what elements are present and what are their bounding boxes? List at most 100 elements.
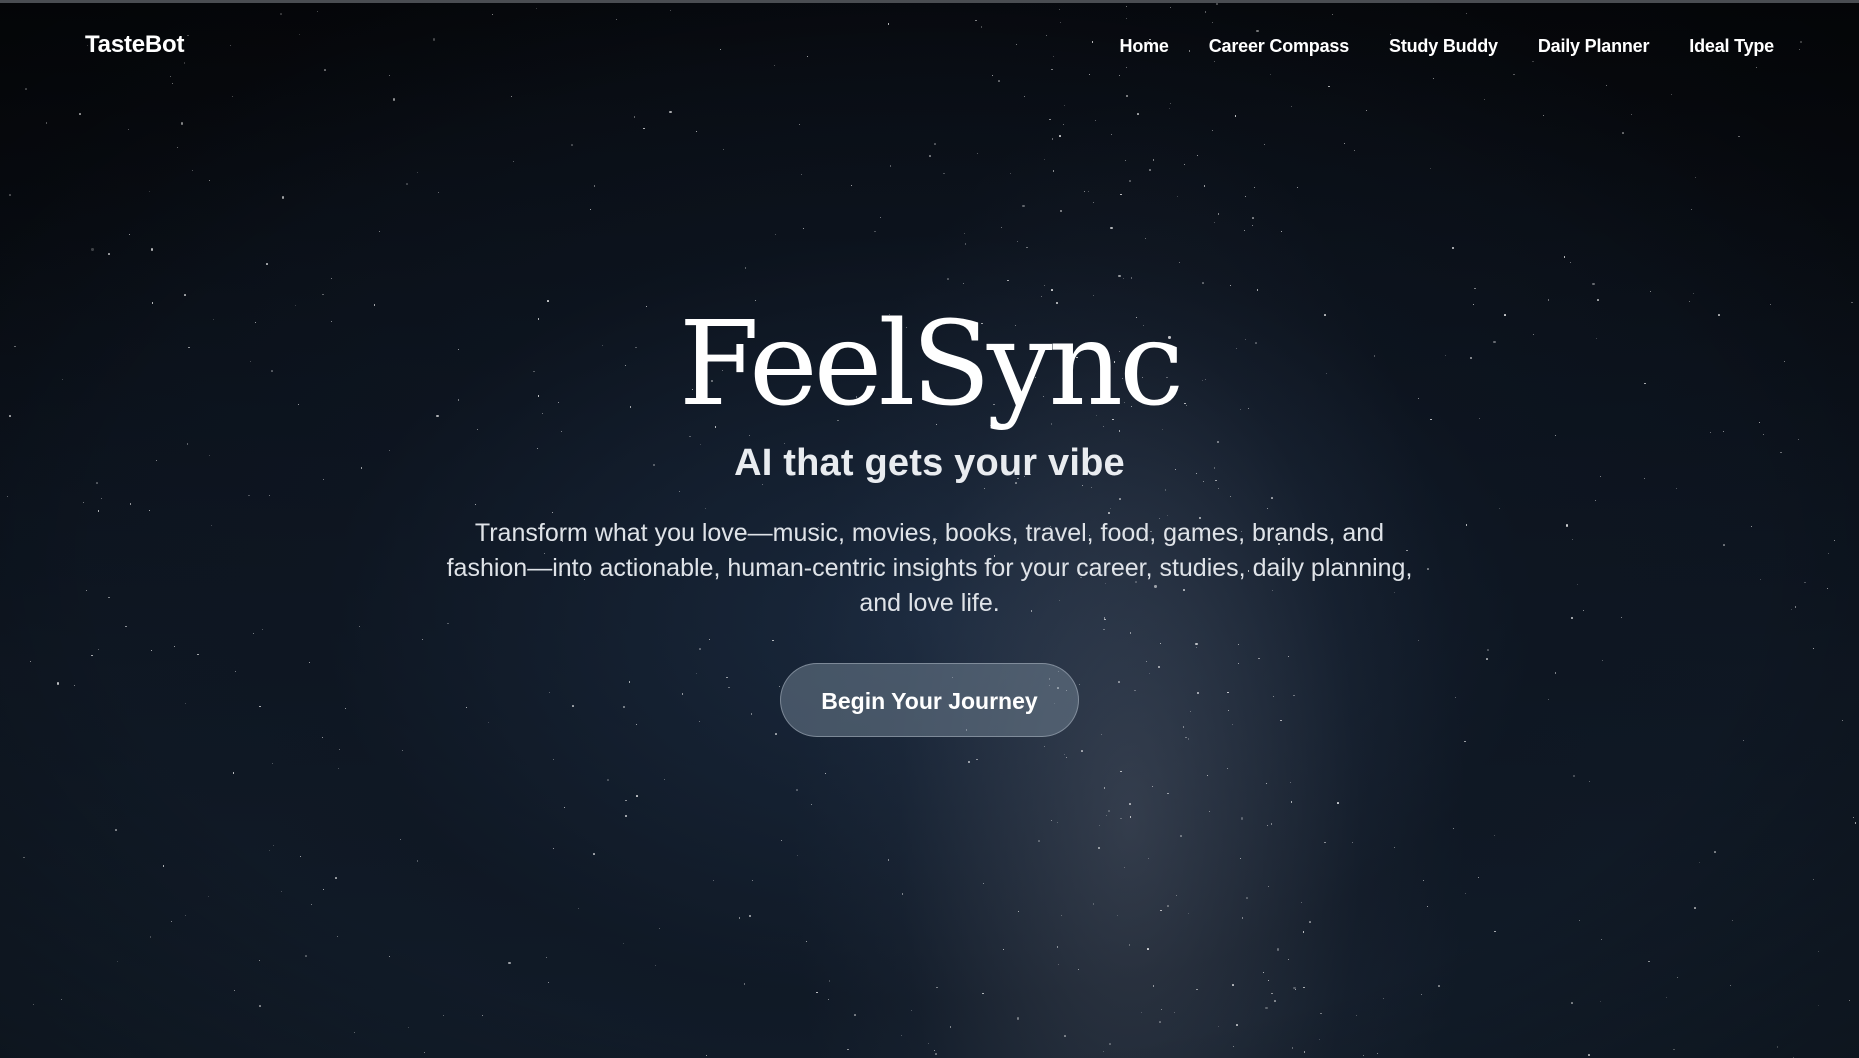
star [322,293,324,296]
star [1051,819,1053,821]
star [61,998,63,1000]
star [1363,1055,1365,1057]
nav-link-career-compass[interactable]: Career Compass [1209,36,1349,57]
star [578,908,579,910]
star [879,216,882,219]
brand-logo[interactable]: TasteBot [85,31,185,59]
star [547,982,549,984]
star [1376,1052,1378,1054]
star [643,127,645,130]
star [1120,817,1122,820]
star [1147,948,1149,950]
star [336,935,338,938]
star [1016,1017,1020,1020]
nav-link-study-buddy[interactable]: Study Buddy [1389,36,1498,57]
star [854,1014,856,1016]
star [1088,190,1090,192]
star [1324,841,1326,843]
star [1852,817,1854,819]
star [1227,768,1229,769]
star [512,160,515,163]
star [1110,133,1113,136]
star [1097,847,1101,850]
star [1022,204,1025,208]
star [1002,948,1005,951]
star [1043,285,1045,287]
star [1776,1046,1779,1048]
star [1320,1012,1322,1014]
star [816,991,818,993]
nav-link-daily-planner[interactable]: Daily Planner [1538,36,1650,57]
star [1110,227,1113,230]
nav-link-home[interactable]: Home [1120,36,1169,57]
star [738,917,741,919]
star [1159,1021,1161,1023]
star [1236,1024,1238,1026]
star [1147,858,1149,860]
star [208,895,210,897]
star [1738,135,1740,138]
star [1274,1000,1276,1002]
star [331,278,333,280]
star [232,772,235,774]
star [1263,143,1265,145]
star [322,888,324,890]
star [1817,1004,1819,1006]
star [1203,185,1206,187]
star [1478,877,1480,879]
star [406,183,408,185]
nav-link-ideal-type[interactable]: Ideal Type [1689,36,1774,57]
star [936,986,938,988]
star [1038,840,1040,842]
star [1180,835,1182,837]
star [127,128,129,130]
star [947,278,949,280]
star [170,920,172,922]
star [1094,120,1096,122]
hero-subtitle: AI that gets your vibe [734,442,1125,484]
star [943,172,945,174]
star [659,928,660,930]
star [508,961,511,965]
star [1297,187,1299,189]
star [1083,191,1085,192]
star [1197,155,1198,157]
star [828,980,830,982]
star [1057,963,1060,966]
star [1167,792,1169,795]
star [1394,847,1396,849]
star [1588,1054,1590,1056]
star [1122,277,1124,279]
star [407,1027,409,1029]
star [1277,948,1280,951]
hero-section: FeelSync AI that gets your vibe Transfor… [0,300,1859,737]
star [1044,746,1045,748]
star [1622,132,1624,134]
star [1302,931,1305,933]
star [1056,946,1059,948]
star [1692,292,1694,294]
star [748,914,751,917]
star [1742,739,1744,742]
star [91,248,94,251]
star [1152,985,1155,987]
star [1106,815,1108,816]
star [305,955,307,957]
star [191,170,193,172]
star [280,890,283,893]
star [1043,158,1045,160]
star [25,88,27,90]
begin-journey-button[interactable]: Begin Your Journey [780,663,1079,737]
star [553,848,554,850]
star [1265,783,1267,785]
star [1571,1002,1573,1004]
star [184,294,186,296]
star [1649,291,1651,293]
star [1254,186,1256,188]
star [636,795,638,797]
star [481,1014,483,1016]
star [162,865,165,867]
star [1001,226,1003,228]
star [417,171,419,173]
star [1129,803,1131,805]
